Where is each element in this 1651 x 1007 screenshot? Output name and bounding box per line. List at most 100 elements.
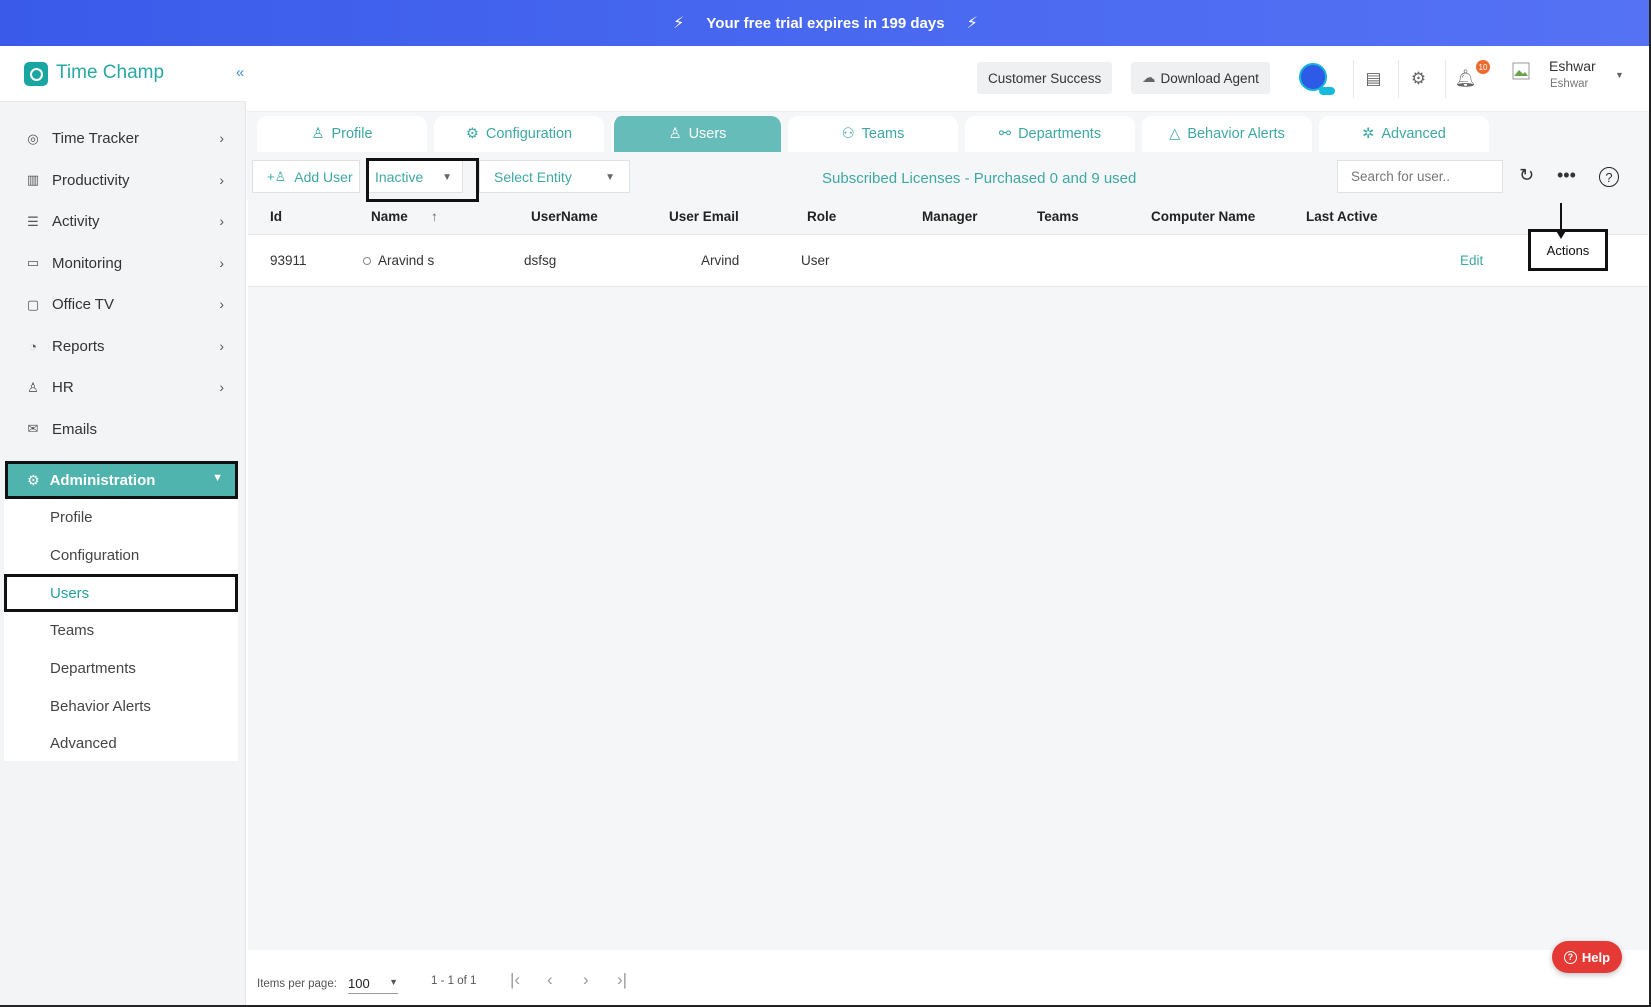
chevron-right-icon: ›	[219, 337, 224, 354]
chevron-right-icon: ›	[219, 379, 224, 395]
status-filter-value: Inactive	[375, 168, 424, 185]
tab-label: Behavior Alerts	[1187, 126, 1285, 142]
tab-behavior-alerts[interactable]: △ Behavior Alerts	[1142, 116, 1312, 152]
entity-filter-select[interactable]: Select Entity ▼	[479, 160, 630, 193]
collapse-sidebar-icon[interactable]: «	[236, 64, 245, 81]
sidebar-item-hr[interactable]: ♙ HR ›	[0, 367, 246, 409]
sidebar-item-activity[interactable]: ☰ Activity ›	[0, 201, 246, 243]
chevron-right-icon: ›	[219, 254, 224, 271]
sidebar-item-administration[interactable]: ⚙ Administration ▼	[5, 461, 238, 499]
chart-icon: ▥	[26, 172, 40, 188]
add-user-button[interactable]: +♙ Add User	[252, 160, 360, 193]
column-header-manager[interactable]: Manager	[922, 209, 978, 224]
sidebar-item-emails[interactable]: ✉ Emails	[0, 409, 246, 451]
sidebar-item-monitoring[interactable]: ▭ Monitoring ›	[0, 243, 246, 285]
tab-departments[interactable]: ⚯ Departments	[965, 116, 1135, 152]
chevron-down-icon[interactable]: ▼	[1615, 70, 1624, 80]
table-empty-area	[248, 287, 1648, 950]
clock-logo-icon	[24, 62, 48, 86]
paginator: Items per page: 100 ▼ 1 - 1 of 1 |‹ ‹ › …	[248, 950, 1648, 1005]
actions-button[interactable]: Actions	[1528, 229, 1608, 271]
mail-icon: ✉	[27, 421, 39, 437]
submenu-item-configuration[interactable]: Configuration	[4, 537, 238, 575]
previous-page-icon[interactable]: ‹	[547, 970, 553, 990]
gear-icon: ⚙	[27, 471, 40, 488]
column-header-name[interactable]: Name	[371, 209, 408, 224]
column-header-username[interactable]: UserName	[531, 209, 598, 224]
tab-teams[interactable]: ⚇ Teams	[788, 116, 958, 152]
tab-label: Advanced	[1381, 126, 1446, 142]
search-input[interactable]: Search for user..	[1337, 160, 1503, 193]
submenu-item-profile[interactable]: Profile	[4, 499, 238, 537]
question-icon: ?	[1563, 950, 1577, 964]
logo-bar: Time Champ «	[0, 46, 246, 102]
column-header-user-email[interactable]: User Email	[669, 209, 739, 224]
add-user-label: Add User	[294, 168, 353, 185]
tab-profile[interactable]: ♙ Profile	[257, 116, 427, 152]
users-table-header: Id Name ↑ UserName User Email Role Manag…	[248, 200, 1648, 235]
tab-users[interactable]: ♙ Users	[611, 116, 781, 152]
download-agent-button[interactable]: ☁ Download Agent	[1131, 62, 1270, 94]
submenu-item-advanced[interactable]: Advanced	[4, 725, 238, 763]
sidebar-item-label: Activity	[52, 213, 100, 231]
document-icon[interactable]: ▤	[1353, 60, 1393, 98]
edit-link[interactable]: Edit	[1460, 253, 1483, 268]
submenu-item-users[interactable]: Users	[4, 574, 238, 613]
sidebar-item-label: Monitoring	[52, 254, 123, 272]
sidebar-item-time-tracker[interactable]: ◎ Time Tracker ›	[0, 118, 246, 160]
sidebar-item-office-tv[interactable]: ▢ Office TV ›	[0, 284, 246, 326]
sidebar-nav: ◎ Time Tracker › ▥ Productivity › ☰ Acti…	[0, 118, 246, 450]
license-summary: Subscribed Licenses - Purchased 0 and 9 …	[822, 170, 1137, 187]
status-filter-select[interactable]: Inactive ▼	[366, 160, 463, 193]
chat-support-icon[interactable]	[1299, 63, 1335, 95]
settings-icon[interactable]: ⚙	[1398, 60, 1438, 98]
monitor-icon: ▭	[26, 255, 40, 271]
last-page-icon[interactable]: ›|	[617, 970, 627, 990]
sidebar-item-reports[interactable]: ◔ Reports ›	[0, 326, 246, 368]
first-page-icon[interactable]: |‹	[510, 970, 520, 990]
sort-ascending-icon[interactable]: ↑	[431, 209, 438, 224]
column-header-teams[interactable]: Teams	[1037, 209, 1079, 224]
users-toolbar: +♙ Add User Inactive ▼ Select Entity ▼ S…	[247, 154, 1649, 200]
column-header-computer-name[interactable]: Computer Name	[1151, 209, 1255, 224]
cell-role: User	[801, 253, 830, 268]
caret-down-icon: ▼	[389, 977, 398, 987]
tv-icon: ▢	[26, 296, 40, 312]
next-page-icon[interactable]: ›	[583, 970, 589, 990]
table-row: 93911 Aravind s dsfsg Arvind User Edit A…	[248, 229, 1648, 287]
sidebar-item-label: Office TV	[52, 296, 114, 314]
customer-success-button[interactable]: Customer Success	[977, 62, 1113, 94]
help-circle-icon[interactable]: ?	[1599, 167, 1619, 187]
chevron-right-icon: ›	[219, 213, 224, 229]
column-header-last-active[interactable]: Last Active	[1306, 209, 1378, 224]
tab-label: Departments	[1018, 126, 1102, 142]
tab-advanced[interactable]: ✲ Advanced	[1319, 116, 1489, 152]
lightning-icon: ⚡	[673, 15, 685, 32]
avatar[interactable]	[1512, 62, 1530, 80]
refresh-icon[interactable]: ↻	[1519, 165, 1534, 186]
top-header: Customer Success ☁ Download Agent ▤ ⚙ 🔔︎…	[247, 46, 1649, 112]
sidebar-item-productivity[interactable]: ▥ Productivity ›	[0, 160, 246, 202]
caret-down-icon: ▼	[605, 172, 615, 183]
advanced-settings-icon: ✲	[1362, 126, 1375, 142]
sidebar-item-label: Productivity	[52, 171, 130, 189]
user-name[interactable]: Eshwar	[1549, 58, 1596, 74]
sidebar-item-label: HR	[52, 379, 74, 397]
submenu-item-departments[interactable]: Departments	[4, 650, 238, 688]
chevron-down-icon: ▼	[212, 472, 223, 484]
more-options-icon[interactable]: •••	[1557, 165, 1576, 186]
help-button[interactable]: ? Help	[1552, 941, 1622, 973]
tab-configuration[interactable]: ⚙ Configuration	[434, 116, 604, 152]
sidebar-item-label: Emails	[52, 420, 98, 438]
items-per-page-value: 100	[348, 976, 370, 991]
trial-banner-text: Your free trial expires in 199 days	[706, 14, 945, 32]
column-header-id[interactable]: Id	[270, 209, 282, 224]
submenu-item-behavior-alerts[interactable]: Behavior Alerts	[4, 687, 238, 725]
column-header-role[interactable]: Role	[807, 209, 836, 224]
submenu-item-teams[interactable]: Teams	[4, 612, 238, 650]
items-per-page-select[interactable]: 100 ▼	[348, 968, 398, 994]
status-dot-icon	[363, 257, 371, 265]
help-label: Help	[1581, 949, 1611, 965]
notification-badge: 10	[1476, 60, 1490, 74]
entity-filter-value: Select Entity	[494, 168, 572, 185]
